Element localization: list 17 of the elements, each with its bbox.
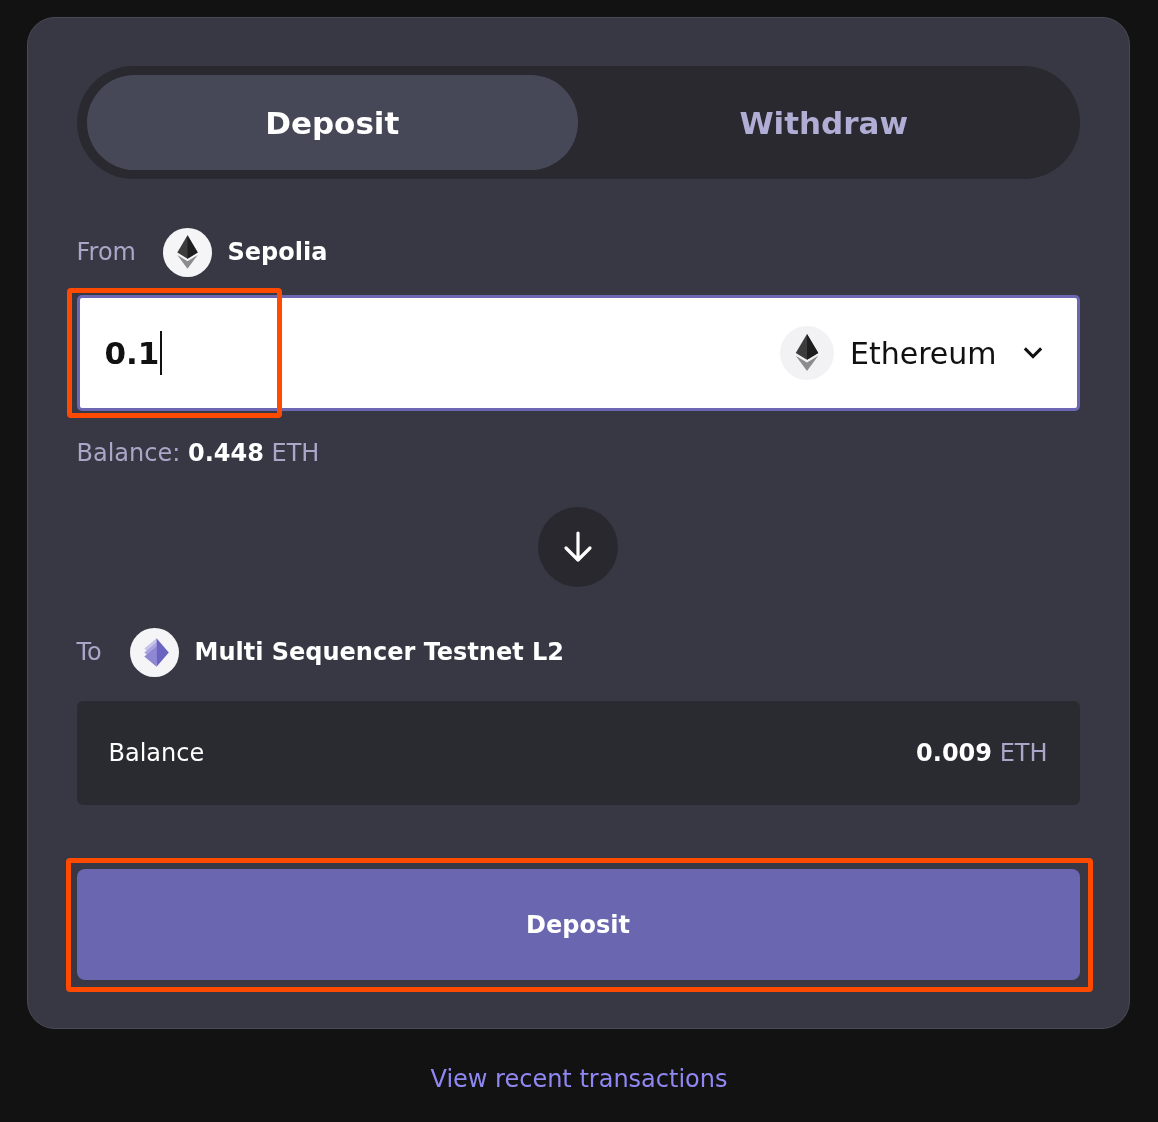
network-name: Multi Sequencer Testnet L2 [194,638,565,666]
ethereum-icon [162,227,212,277]
layers-logo-icon [129,627,179,677]
amount-value: 0.1 [104,335,160,371]
balance-text: Balance: 0.448 ETH [76,439,321,467]
tab[interactable]: Deposit [86,75,578,170]
balance-value: 0.009 ETH [916,739,1048,767]
amount-field[interactable]: 0.1 Ethereum [76,295,1080,411]
from-label: From [76,238,137,266]
deposit-button[interactable]: Deposit [76,869,1080,980]
to-label: To [76,638,103,666]
recent-transactions-link[interactable]: View recent transactions [430,1065,728,1093]
network-name: Sepolia [227,238,328,266]
ethereum-icon [779,326,834,380]
balance-label: Balance [108,739,205,767]
token-dropdown[interactable]: Ethereum [779,326,1047,380]
tab[interactable]: Withdraw [578,75,1070,170]
